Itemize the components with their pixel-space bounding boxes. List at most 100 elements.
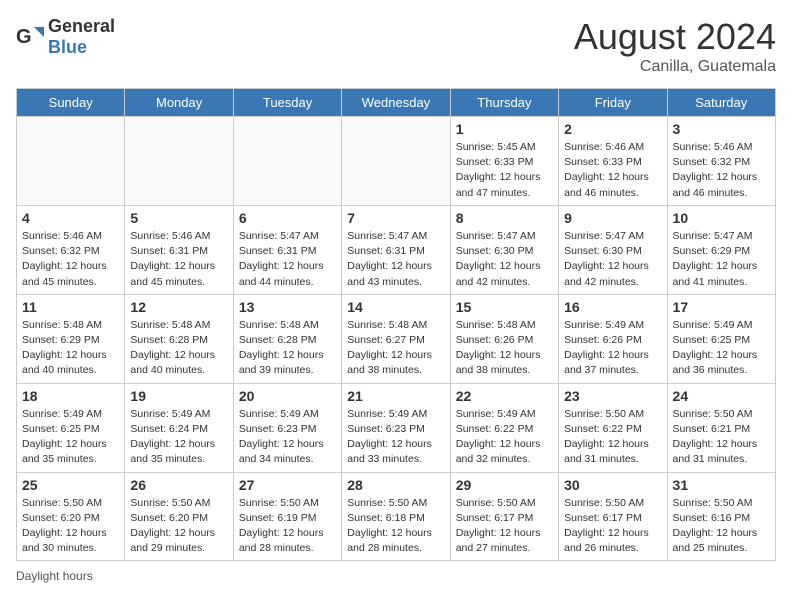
day-number: 1 [456,121,553,137]
calendar-cell: 17Sunrise: 5:49 AM Sunset: 6:25 PM Dayli… [667,294,775,383]
day-info: Sunrise: 5:49 AM Sunset: 6:23 PM Dayligh… [239,407,336,468]
day-info: Sunrise: 5:46 AM Sunset: 6:32 PM Dayligh… [22,229,119,290]
logo-text: General Blue [48,16,115,58]
calendar-cell: 14Sunrise: 5:48 AM Sunset: 6:27 PM Dayli… [342,294,450,383]
logo-icon: G [16,23,44,51]
day-number: 28 [347,477,444,493]
day-number: 15 [456,299,553,315]
calendar-cell: 29 Sunrise: 5:50 AM Sunset: 6:17 PM Dayli… [450,472,558,561]
day-info: Sunrise: 5:49 AM Sunset: 6:23 PM Dayligh… [347,407,444,468]
day-number: 16 [564,299,661,315]
calendar-cell: 27 Sunrise: 5:50 AM Sunset: 6:19 PM Dayli… [233,472,341,561]
col-header-friday: Friday [559,89,667,117]
day-info: Sunrise: 5:47 AM Sunset: 6:29 PM Dayligh… [673,229,770,290]
day-info: Sunrise: 5:50 AM Sunset: 6:18 PM Dayligh… [347,496,444,557]
day-info: Sunrise: 5:48 AM Sunset: 6:27 PM Dayligh… [347,318,444,379]
day-number: 27 [239,477,336,493]
day-number: 24 [673,388,770,404]
calendar-cell [233,117,341,206]
page-header: G General Blue August 2024 Canilla, Guat… [16,16,776,76]
footer: Daylight hours [16,569,776,583]
calendar-cell: 15Sunrise: 5:48 AM Sunset: 6:26 PM Dayli… [450,294,558,383]
calendar-cell: 12 Sunrise: 5:48 AM Sunset: 6:28 PM Dayli… [125,294,233,383]
col-header-tuesday: Tuesday [233,89,341,117]
calendar-cell [342,117,450,206]
day-info: Sunrise: 5:46 AM Sunset: 6:32 PM Dayligh… [673,140,770,201]
calendar-cell: 10 Sunrise: 5:47 AM Sunset: 6:29 PM Dayli… [667,205,775,294]
day-info: Sunrise: 5:50 AM Sunset: 6:20 PM Dayligh… [22,496,119,557]
calendar-cell: 21 Sunrise: 5:49 AM Sunset: 6:23 PM Dayli… [342,383,450,472]
day-number: 7 [347,210,444,226]
day-info: Sunrise: 5:49 AM Sunset: 6:24 PM Dayligh… [130,407,227,468]
calendar-cell: 28 Sunrise: 5:50 AM Sunset: 6:18 PM Dayli… [342,472,450,561]
day-number: 12 [130,299,227,315]
main-title: August 2024 [574,16,776,58]
day-info: Sunrise: 5:45 AM Sunset: 6:33 PM Dayligh… [456,140,553,201]
day-number: 25 [22,477,119,493]
calendar-cell: 23Sunrise: 5:50 AM Sunset: 6:22 PM Dayli… [559,383,667,472]
day-number: 18 [22,388,119,404]
calendar-week-2: 11 Sunrise: 5:48 AM Sunset: 6:29 PM Dayli… [17,294,776,383]
day-number: 23 [564,388,661,404]
day-number: 8 [456,210,553,226]
logo-general: General [48,16,115,36]
day-number: 4 [22,210,119,226]
calendar-cell: 11 Sunrise: 5:48 AM Sunset: 6:29 PM Dayli… [17,294,125,383]
calendar-header-row: SundayMondayTuesdayWednesdayThursdayFrid… [17,89,776,117]
calendar-cell: 6Sunrise: 5:47 AM Sunset: 6:31 PM Daylig… [233,205,341,294]
calendar-cell: 2 Sunrise: 5:46 AM Sunset: 6:33 PM Daylig… [559,117,667,206]
calendar-cell: 16Sunrise: 5:49 AM Sunset: 6:26 PM Dayli… [559,294,667,383]
day-number: 2 [564,121,661,137]
col-header-sunday: Sunday [17,89,125,117]
col-header-thursday: Thursday [450,89,558,117]
calendar-cell: 31Sunrise: 5:50 AM Sunset: 6:16 PM Dayli… [667,472,775,561]
day-number: 20 [239,388,336,404]
calendar-cell: 22Sunrise: 5:49 AM Sunset: 6:22 PM Dayli… [450,383,558,472]
day-info: Sunrise: 5:50 AM Sunset: 6:17 PM Dayligh… [456,496,553,557]
day-info: Sunrise: 5:50 AM Sunset: 6:17 PM Dayligh… [564,496,661,557]
logo: G General Blue [16,16,115,58]
day-number: 3 [673,121,770,137]
day-number: 31 [673,477,770,493]
day-info: Sunrise: 5:50 AM Sunset: 6:20 PM Dayligh… [130,496,227,557]
calendar-cell [17,117,125,206]
calendar-week-1: 4 Sunrise: 5:46 AM Sunset: 6:32 PM Daylig… [17,205,776,294]
svg-text:G: G [16,26,32,48]
day-info: Sunrise: 5:47 AM Sunset: 6:31 PM Dayligh… [347,229,444,290]
calendar-week-3: 18 Sunrise: 5:49 AM Sunset: 6:25 PM Dayli… [17,383,776,472]
day-info: Sunrise: 5:48 AM Sunset: 6:29 PM Dayligh… [22,318,119,379]
day-info: Sunrise: 5:50 AM Sunset: 6:19 PM Dayligh… [239,496,336,557]
day-info: Sunrise: 5:50 AM Sunset: 6:21 PM Dayligh… [673,407,770,468]
calendar-cell [125,117,233,206]
day-info: Sunrise: 5:49 AM Sunset: 6:25 PM Dayligh… [22,407,119,468]
calendar-week-4: 25 Sunrise: 5:50 AM Sunset: 6:20 PM Dayli… [17,472,776,561]
calendar-cell: 18 Sunrise: 5:49 AM Sunset: 6:25 PM Dayli… [17,383,125,472]
calendar-cell: 20 Sunrise: 5:49 AM Sunset: 6:23 PM Dayli… [233,383,341,472]
day-number: 11 [22,299,119,315]
calendar-cell: 13 Sunrise: 5:48 AM Sunset: 6:28 PM Dayli… [233,294,341,383]
day-number: 30 [564,477,661,493]
day-number: 6 [239,210,336,226]
day-info: Sunrise: 5:48 AM Sunset: 6:28 PM Dayligh… [130,318,227,379]
col-header-saturday: Saturday [667,89,775,117]
day-number: 10 [673,210,770,226]
calendar-cell: 4 Sunrise: 5:46 AM Sunset: 6:32 PM Daylig… [17,205,125,294]
day-number: 21 [347,388,444,404]
logo-blue: Blue [48,37,87,57]
day-number: 13 [239,299,336,315]
day-info: Sunrise: 5:47 AM Sunset: 6:30 PM Dayligh… [456,229,553,290]
daylight-label: Daylight hours [16,569,93,583]
day-info: Sunrise: 5:46 AM Sunset: 6:31 PM Dayligh… [130,229,227,290]
day-number: 22 [456,388,553,404]
calendar-cell: 25 Sunrise: 5:50 AM Sunset: 6:20 PM Dayli… [17,472,125,561]
day-number: 19 [130,388,227,404]
calendar-table: SundayMondayTuesdayWednesdayThursdayFrid… [16,88,776,561]
calendar-cell: 30 Sunrise: 5:50 AM Sunset: 6:17 PM Dayli… [559,472,667,561]
day-info: Sunrise: 5:48 AM Sunset: 6:28 PM Dayligh… [239,318,336,379]
day-info: Sunrise: 5:49 AM Sunset: 6:25 PM Dayligh… [673,318,770,379]
col-header-monday: Monday [125,89,233,117]
day-info: Sunrise: 5:46 AM Sunset: 6:33 PM Dayligh… [564,140,661,201]
calendar-cell: 24 Sunrise: 5:50 AM Sunset: 6:21 PM Dayli… [667,383,775,472]
calendar-cell: 9Sunrise: 5:47 AM Sunset: 6:30 PM Daylig… [559,205,667,294]
day-number: 29 [456,477,553,493]
